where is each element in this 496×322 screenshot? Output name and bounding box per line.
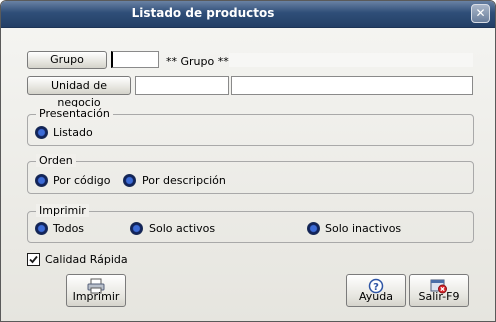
radio-solo-inactivos[interactable]: [307, 222, 320, 235]
radio-por-codigo[interactable]: [35, 174, 48, 187]
calidad-rapida-checkbox[interactable]: [27, 253, 40, 266]
print-button[interactable]: Imprimir: [66, 274, 126, 307]
orden-legend: Orden: [36, 154, 76, 167]
unidad-code-input[interactable]: [135, 76, 229, 95]
grupo-description-field: [229, 53, 473, 67]
presentacion-group: Presentación Listado: [27, 107, 474, 146]
grupo-button[interactable]: Grupo: [27, 51, 107, 69]
unidad-negocio-button[interactable]: Unidad de negocio: [27, 76, 131, 109]
radio-todos[interactable]: [35, 222, 48, 235]
close-button[interactable]: ✕: [471, 4, 490, 23]
radio-todos-label: Todos: [53, 222, 85, 235]
radio-por-descripcion-label: Por descripción: [142, 174, 226, 187]
imprimir-legend: Imprimir: [36, 204, 89, 217]
imprimir-group: Imprimir Todos Solo activos Solo inactiv…: [27, 204, 474, 243]
dialog-window: Listado de productos ✕ Grupo ** Grupo **…: [0, 0, 496, 322]
close-icon: ✕: [475, 6, 486, 20]
calidad-rapida-label: Calidad Rápida: [45, 253, 128, 266]
grupo-code-input[interactable]: [111, 51, 159, 68]
exit-button[interactable]: Salir-F9: [409, 274, 469, 307]
radio-solo-inactivos-label: Solo inactivos: [325, 222, 402, 235]
radio-listado-label: Listado: [53, 126, 93, 139]
checkmark-icon: [29, 255, 38, 264]
radio-por-codigo-label: Por código: [53, 174, 111, 187]
presentacion-legend: Presentación: [36, 107, 113, 120]
help-button[interactable]: ? Ayuda: [346, 274, 406, 307]
title-bar[interactable]: Listado de productos ✕: [1, 1, 495, 28]
help-button-label: Ayuda: [359, 290, 393, 303]
grupo-description: ** Grupo **: [166, 55, 229, 68]
exit-button-label: Salir-F9: [418, 290, 460, 303]
print-button-label: Imprimir: [72, 290, 120, 303]
dialog-body: Grupo ** Grupo ** Unidad de negocio Pres…: [1, 28, 495, 321]
unidad-description-field: [231, 76, 473, 95]
radio-solo-activos[interactable]: [130, 222, 143, 235]
radio-solo-activos-label: Solo activos: [149, 222, 216, 235]
window-title: Listado de productos: [131, 6, 275, 20]
radio-listado[interactable]: [35, 126, 48, 139]
orden-group: Orden Por código Por descripción: [27, 154, 474, 194]
radio-por-descripcion[interactable]: [123, 174, 136, 187]
